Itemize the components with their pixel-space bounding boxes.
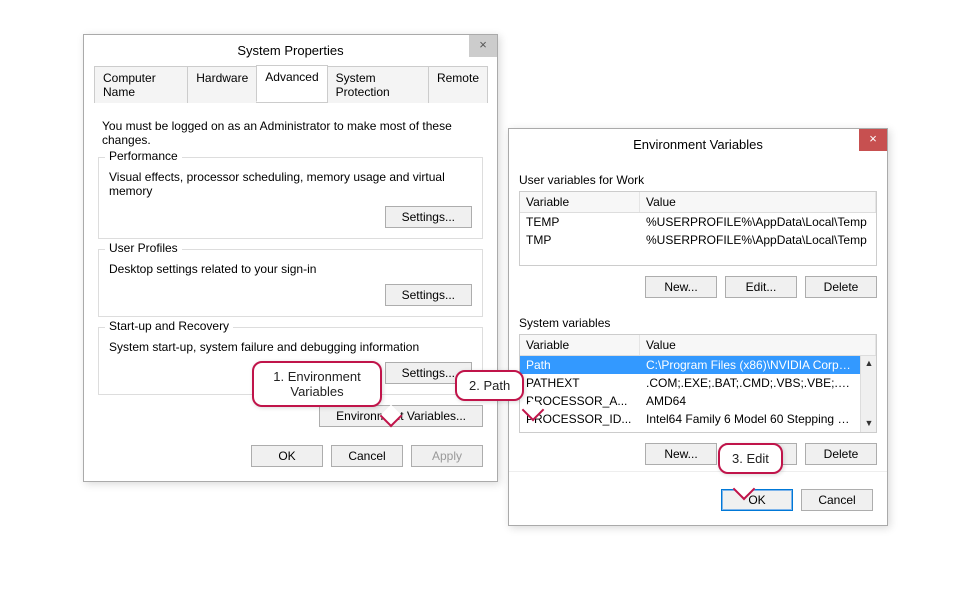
startup-recovery-title: Start-up and Recovery [105, 319, 233, 333]
table-row[interactable]: PROCESSOR_A... AMD64 [520, 392, 860, 410]
tab-remote[interactable]: Remote [428, 66, 488, 103]
user-profiles-text: Desktop settings related to your sign-in [109, 262, 472, 276]
user-edit-button[interactable]: Edit... [725, 276, 797, 298]
performance-text: Visual effects, processor scheduling, me… [109, 170, 472, 198]
user-variables-table[interactable]: Variable Value TEMP %USERPROFILE%\AppDat… [519, 191, 877, 266]
system-properties-title: System Properties [237, 43, 343, 58]
system-properties-window: System Properties × Computer Name Hardwa… [83, 34, 498, 482]
tab-system-protection[interactable]: System Protection [327, 66, 429, 103]
sys-col-value[interactable]: Value [640, 335, 876, 355]
sys-var-value: .COM;.EXE;.BAT;.CMD;.VBS;.VBE;.JS;... [640, 374, 860, 392]
callout-path: 2. Path [455, 370, 524, 401]
sys-var-value: C:\Program Files (x86)\NVIDIA Corpora... [640, 356, 860, 374]
admin-instruction: You must be logged on as an Administrato… [102, 119, 483, 147]
callout-environment-variables: 1. Environment Variables [252, 361, 382, 407]
user-profiles-group: User Profiles Desktop settings related t… [98, 249, 483, 317]
scrollbar[interactable]: ▲ ▼ [860, 356, 876, 432]
envvars-footer: OK Cancel [509, 481, 887, 525]
ok-button[interactable]: OK [251, 445, 323, 467]
envvars-title: Environment Variables [633, 137, 763, 152]
system-properties-tabs: Computer Name Hardware Advanced System P… [94, 65, 487, 103]
table-row[interactable]: TMP %USERPROFILE%\AppData\Local\Temp [520, 231, 876, 249]
user-variables-section: User variables for Work Variable Value T… [519, 173, 877, 266]
system-properties-footer: OK Cancel Apply [84, 437, 497, 481]
user-col-value[interactable]: Value [640, 192, 876, 212]
performance-settings-button[interactable]: Settings... [385, 206, 472, 228]
user-var-name: TEMP [520, 213, 640, 231]
tab-advanced[interactable]: Advanced [256, 65, 327, 102]
callout-text: 3. Edit [732, 451, 769, 466]
system-variables-label: System variables [519, 316, 877, 330]
sys-col-variable[interactable]: Variable [520, 335, 640, 355]
system-variables-buttons: New... Edit... Delete [519, 443, 877, 465]
callout-text: 2. Path [469, 378, 510, 393]
table-row[interactable]: TEMP %USERPROFILE%\AppData\Local\Temp [520, 213, 876, 231]
callout-edit: 3. Edit [718, 443, 783, 474]
tab-computer-name[interactable]: Computer Name [94, 66, 188, 103]
table-row[interactable]: PATHEXT .COM;.EXE;.BAT;.CMD;.VBS;.VBE;.J… [520, 374, 860, 392]
close-icon[interactable]: × [859, 129, 887, 151]
user-var-value: %USERPROFILE%\AppData\Local\Temp [640, 213, 876, 231]
user-variables-buttons: New... Edit... Delete [519, 276, 877, 298]
user-col-variable[interactable]: Variable [520, 192, 640, 212]
system-delete-button[interactable]: Delete [805, 443, 877, 465]
ok-button[interactable]: OK [721, 489, 793, 511]
scroll-up-icon[interactable]: ▲ [861, 356, 877, 372]
scroll-down-icon[interactable]: ▼ [861, 416, 877, 432]
tab-hardware[interactable]: Hardware [187, 66, 257, 103]
user-variables-label: User variables for Work [519, 173, 877, 187]
performance-title: Performance [105, 149, 182, 163]
table-row[interactable]: Path C:\Program Files (x86)\NVIDIA Corpo… [520, 356, 860, 374]
cancel-button[interactable]: Cancel [801, 489, 873, 511]
apply-button[interactable]: Apply [411, 445, 483, 467]
sys-var-name: PATHEXT [520, 374, 640, 392]
user-var-name: TMP [520, 231, 640, 249]
user-delete-button[interactable]: Delete [805, 276, 877, 298]
table-row[interactable]: PROCESSOR_ID... Intel64 Family 6 Model 6… [520, 410, 860, 428]
user-new-button[interactable]: New... [645, 276, 717, 298]
environment-variables-window: Environment Variables × User variables f… [508, 128, 888, 526]
system-properties-titlebar: System Properties × [84, 35, 497, 65]
envvars-titlebar: Environment Variables × [509, 129, 887, 159]
performance-group: Performance Visual effects, processor sc… [98, 157, 483, 239]
startup-recovery-text: System start-up, system failure and debu… [109, 340, 472, 354]
callout-text: 1. Environment Variables [273, 369, 360, 399]
close-icon[interactable]: × [469, 35, 497, 57]
user-profiles-title: User Profiles [105, 241, 182, 255]
system-variables-section: System variables Variable Value Path C:\… [519, 316, 877, 433]
sys-var-value: Intel64 Family 6 Model 60 Stepping 1, G.… [640, 410, 860, 428]
sys-var-value: AMD64 [640, 392, 860, 410]
system-new-button[interactable]: New... [645, 443, 717, 465]
sys-var-name: Path [520, 356, 640, 374]
cancel-button[interactable]: Cancel [331, 445, 403, 467]
user-profiles-settings-button[interactable]: Settings... [385, 284, 472, 306]
system-variables-table[interactable]: Variable Value Path C:\Program Files (x8… [519, 334, 877, 433]
user-var-value: %USERPROFILE%\AppData\Local\Temp [640, 231, 876, 249]
